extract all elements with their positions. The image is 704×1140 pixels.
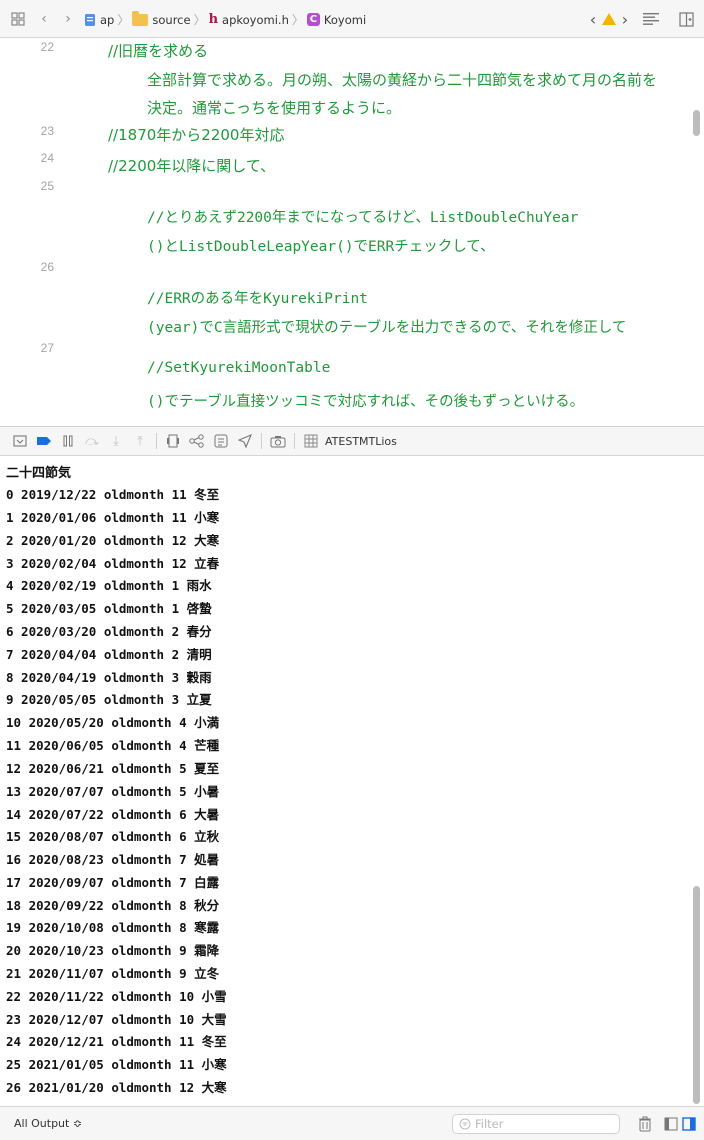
filter-icon — [459, 1118, 471, 1130]
debug-bar: ⤼ ⤓ ⤒ ATESTMTLios — [0, 426, 704, 456]
breadcrumb-label: apkoyomi.h — [222, 12, 289, 27]
previous-issue-icon[interactable]: ‹ — [587, 10, 599, 29]
console-output[interactable]: 二十四節気 0 2019/12/22 oldmonth 11 冬至 1 2020… — [0, 456, 704, 1106]
breadcrumb-item-file[interactable]: h apkoyomi.h — [209, 12, 289, 27]
console-line: 26 2021/01/20 oldmonth 12 大寒 — [6, 1080, 227, 1095]
line-number: 27 — [40, 341, 54, 355]
line-number: 22 — [40, 40, 54, 54]
console-line: 8 2020/04/19 oldmonth 3 穀雨 — [6, 670, 212, 685]
breadcrumb-item-source[interactable]: source — [132, 10, 191, 27]
chevron-right-icon: 〉 — [193, 13, 206, 27]
filter-field[interactable]: Filter — [452, 1114, 620, 1134]
forward-arrow-icon[interactable]: › — [62, 11, 74, 27]
chevron-right-icon: 〉 — [117, 13, 130, 27]
step-into-icon[interactable]: ⤓ — [104, 429, 128, 453]
console-line: 20 2020/10/23 oldmonth 9 霜降 — [6, 943, 220, 958]
console-line: 14 2020/07/22 oldmonth 6 大暑 — [6, 807, 220, 822]
console-line: 5 2020/03/05 oldmonth 1 啓蟄 — [6, 601, 212, 616]
code-comment: 決定。通常こっちを使用するように。 — [147, 99, 401, 117]
pause-icon[interactable] — [56, 429, 80, 453]
breadcrumb-label: ap — [100, 12, 115, 27]
code-comment: ()でテーブル直接ツッコミで対応すれば、その後もずっといける。 — [147, 394, 585, 410]
jump-bar: ‹ › ap 〉 source 〉 h apkoyomi.h 〉 C Koyom… — [0, 0, 704, 38]
next-issue-icon[interactable]: › — [619, 10, 631, 29]
chevron-right-icon: 〉 — [291, 13, 304, 27]
location-icon[interactable] — [233, 429, 257, 453]
left-panel-icon[interactable] — [664, 1116, 678, 1135]
breakpoint-icon[interactable] — [32, 429, 56, 453]
breadcrumb: ap 〉 source 〉 h apkoyomi.h 〉 C Koyomi — [84, 10, 367, 28]
code-comment: ()とListDoubleLeapYear()でERRチェックして、 — [147, 239, 495, 255]
view-hierarchy-icon[interactable] — [161, 429, 185, 453]
console-line: 4 2020/02/19 oldmonth 1 雨水 — [6, 578, 212, 593]
console-scrollbar[interactable] — [693, 886, 700, 1104]
console-line: 18 2020/09/22 oldmonth 8 秋分 — [6, 898, 220, 913]
target-icon[interactable] — [299, 429, 323, 453]
console-line: 23 2020/12/07 oldmonth 10 大雪 — [6, 1012, 227, 1027]
line-number: 26 — [40, 260, 54, 274]
line-number: 24 — [40, 151, 54, 165]
code-comment: 全部計算で求める。月の朔、太陽の黄経から二十四節気を求めて月の名前を — [147, 71, 658, 89]
grid-icon[interactable] — [10, 11, 26, 27]
hide-debug-icon[interactable] — [8, 429, 32, 453]
console-line: 7 2020/04/04 oldmonth 2 清明 — [6, 647, 212, 662]
console-line: 15 2020/08/07 oldmonth 6 立秋 — [6, 829, 220, 844]
console-line: 11 2020/06/05 oldmonth 4 芒種 — [6, 738, 220, 753]
code-comment: //SetKyurekiMoonTable — [147, 360, 331, 376]
console-line: 22 2020/11/22 oldmonth 10 小雪 — [6, 989, 227, 1004]
source-editor[interactable]: 22 //旧暦を求める 全部計算で求める。月の朔、太陽の黄経から二十四節気を求め… — [0, 38, 704, 426]
breadcrumb-label: Koyomi — [323, 12, 367, 27]
warning-icon[interactable] — [602, 13, 616, 25]
console-line: 6 2020/03/20 oldmonth 2 春分 — [6, 624, 212, 639]
editor-scrollbar[interactable] — [693, 110, 700, 136]
divider — [261, 433, 262, 449]
breadcrumb-label: source — [152, 12, 191, 27]
step-out-icon[interactable]: ⤒ — [128, 429, 152, 453]
console-line: 19 2020/10/08 oldmonth 8 寒露 — [6, 920, 220, 935]
editor-options-icon[interactable] — [642, 11, 660, 27]
header-file-icon: h — [208, 12, 219, 27]
console-line: 21 2020/11/07 oldmonth 9 立冬 — [6, 966, 220, 981]
console-line: 2 2020/01/20 oldmonth 12 大寒 — [6, 533, 220, 548]
breadcrumb-item-class[interactable]: C Koyomi — [306, 12, 367, 27]
memory-graph-icon[interactable] — [185, 429, 209, 453]
folder-icon — [132, 10, 149, 26]
console-line: 12 2020/06/21 oldmonth 5 夏至 — [6, 761, 220, 776]
console-status-bar: All Output ≎ Filter — [0, 1106, 704, 1140]
camera-icon[interactable] — [266, 429, 290, 453]
project-icon — [85, 13, 95, 26]
console-line: 13 2020/07/07 oldmonth 5 小暑 — [6, 784, 220, 799]
divider — [294, 433, 295, 449]
console-line: 17 2020/09/07 oldmonth 7 白露 — [6, 875, 220, 890]
line-number: 25 — [40, 179, 54, 193]
console-line: 25 2021/01/05 oldmonth 11 小寒 — [6, 1057, 227, 1072]
console-line: 0 2019/12/22 oldmonth 11 冬至 — [6, 487, 220, 502]
console-line: 3 2020/02/04 oldmonth 12 立春 — [6, 556, 220, 571]
add-editor-icon[interactable] — [678, 11, 694, 27]
target-label[interactable]: ATESTMTLios — [325, 435, 397, 448]
right-panel-icon[interactable] — [682, 1116, 696, 1135]
line-number: 23 — [40, 124, 54, 138]
code-comment: //2200年以降に関して、 — [108, 157, 276, 175]
code-comment: (year)でC言語形式で現状のテーブルを出力できるので、それを修正して — [147, 320, 627, 336]
breadcrumb-item-ap[interactable]: ap — [84, 13, 114, 27]
code-comment: //とりあえず2200年までになってるけど、ListDoubleChuYear — [147, 210, 579, 226]
divider — [156, 433, 157, 449]
step-over-icon[interactable]: ⤼ — [80, 429, 104, 453]
console-line: 16 2020/08/23 oldmonth 7 処暑 — [6, 852, 220, 867]
console-line: 24 2020/12/21 oldmonth 11 冬至 — [6, 1034, 227, 1049]
code-comment: //ERRのある年をKyurekiPrint — [147, 291, 368, 307]
environment-icon[interactable] — [209, 429, 233, 453]
console-line: 10 2020/05/20 oldmonth 4 小満 — [6, 715, 220, 730]
filter-placeholder: Filter — [475, 1117, 504, 1131]
code-comment: //1870年から2200年対応 — [108, 126, 285, 144]
console-line: 9 2020/05/05 oldmonth 3 立夏 — [6, 692, 212, 707]
back-arrow-icon[interactable]: ‹ — [38, 11, 50, 27]
code-comment: //旧暦を求める — [108, 42, 209, 60]
class-icon: C — [306, 13, 320, 26]
trash-icon[interactable] — [638, 1116, 652, 1136]
output-selector[interactable]: All Output ≎ — [14, 1117, 82, 1130]
console-header: 二十四節気 — [6, 466, 72, 481]
console-line: 1 2020/01/06 oldmonth 11 小寒 — [6, 510, 220, 525]
